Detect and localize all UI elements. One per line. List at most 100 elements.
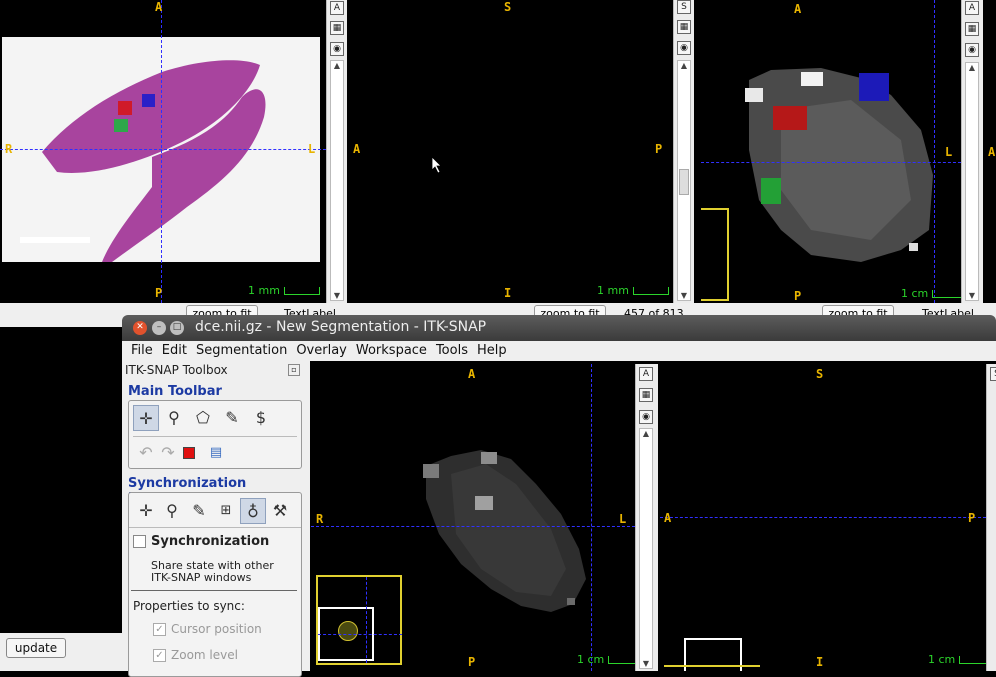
menu-file[interactable]: File (131, 343, 153, 358)
zoom-tool-icon[interactable]: ⚲ (161, 405, 187, 431)
top-axial-view[interactable]: A P R L 1 mm (0, 0, 326, 303)
top-axial-label-bottom: P (155, 286, 163, 300)
top-coronal-scrollbar[interactable]: ▲ ▼ (965, 62, 979, 301)
layout-letter-button[interactable]: S (990, 367, 996, 381)
sync-mode-icon[interactable]: ♁ (240, 498, 266, 524)
top-axial-scale-bar: 1 mm (248, 284, 320, 297)
synchronization-label: Synchronization (151, 534, 270, 549)
cursor-position-label: Cursor position (171, 622, 262, 636)
layer-inspector-icon[interactable]: ▤ (203, 440, 229, 466)
bottom-sagittal-label-bottom: I (816, 655, 824, 669)
camera-icon[interactable]: ◉ (639, 410, 653, 424)
zoom-level-checkbox[interactable]: ✓ (153, 649, 166, 662)
scroll-down-icon[interactable]: ▼ (331, 291, 343, 300)
sync-description-line2: ITK-SNAP windows (151, 571, 252, 584)
bottom-axial-label-bottom: P (468, 655, 476, 669)
camera-icon[interactable]: ◉ (330, 42, 344, 56)
snake-tool-icon[interactable]: $ (248, 405, 274, 431)
layout-mode-icon[interactable]: ⊞ (213, 498, 239, 524)
paintbrush-tool-icon[interactable]: ✎ (219, 405, 245, 431)
crosshair-tool-icon[interactable]: ✛ (133, 405, 159, 431)
close-window-icon[interactable]: ✕ (133, 321, 147, 335)
mouse-cursor-icon (431, 156, 442, 174)
top-sagittal-sidebar: S ▦ ◉ ▲ ▼ (673, 0, 694, 303)
menu-segmentation[interactable]: Segmentation (196, 343, 287, 358)
layout-grid-icon[interactable]: ▦ (677, 20, 691, 34)
toolbox-title: ITK-SNAP Toolbox (125, 363, 228, 377)
top-coronal-label-bottom: P (794, 289, 802, 303)
menu-overlay[interactable]: Overlay (296, 343, 347, 358)
layout-letter-button[interactable]: A (330, 1, 344, 15)
main-toolbar-group: ✛ ⚲ ⬠ ✎ $ ↶ ↷ ▤ (128, 400, 302, 469)
zoom-mode-icon[interactable]: ⚲ (159, 498, 185, 524)
scroll-down-icon[interactable]: ▼ (966, 291, 978, 300)
synchronization-checkbox[interactable] (133, 535, 146, 548)
top-sagittal-label-bottom: I (504, 286, 512, 300)
zoom-thumbnail (316, 575, 402, 665)
zoom-thumbnail-frame (701, 208, 729, 301)
active-label-color-icon[interactable] (183, 447, 195, 459)
top-coronal-view[interactable]: A P L 1 cm (701, 0, 961, 303)
window-titlebar[interactable]: ✕ – □ dce.nii.gz - New Segmentation - IT… (122, 315, 996, 341)
layout-letter-button[interactable]: A (639, 367, 653, 381)
polygon-tool-icon[interactable]: ⬠ (190, 405, 216, 431)
top-axial-label-left: R (5, 142, 13, 156)
top-sagittal-label-right: P (655, 142, 663, 156)
top-coronal-scale-bar: 1 cm (901, 287, 961, 300)
top-axial-label-right: L (308, 142, 316, 156)
tools-mode-icon[interactable]: ⚒ (267, 498, 293, 524)
main-toolbar-header: Main Toolbar (128, 384, 222, 399)
crosshair-mode-icon[interactable]: ✛ (133, 498, 159, 524)
redo-icon[interactable]: ↷ (155, 440, 181, 466)
maximize-window-icon[interactable]: □ (170, 321, 184, 335)
properties-to-sync-label: Properties to sync: (133, 599, 245, 613)
scroll-up-icon[interactable]: ▲ (966, 63, 978, 72)
top-far-right-view: A (983, 0, 996, 303)
window-title: dce.nii.gz - New Segmentation - ITK-SNAP (195, 319, 487, 335)
layout-letter-button[interactable]: A (965, 1, 979, 15)
layout-grid-icon[interactable]: ▦ (639, 388, 653, 402)
bottom-sagittal-scale-bar: 1 cm (928, 653, 986, 666)
menu-tools[interactable]: Tools (436, 343, 468, 358)
bottom-sagittal-label-left: A (664, 511, 672, 525)
menu-edit[interactable]: Edit (162, 343, 187, 358)
top-axial-scrollbar[interactable]: ▲ ▼ (330, 60, 344, 301)
minimize-window-icon[interactable]: – (152, 321, 166, 335)
layout-grid-icon[interactable]: ▦ (330, 21, 344, 35)
top-sagittal-scale-bar: 1 mm (597, 284, 669, 297)
bottom-axial-scrollbar[interactable]: ▲ ▼ (639, 428, 653, 669)
update-button[interactable]: update (6, 638, 66, 658)
top-axial-sidebar: A ▦ ◉ ▲ ▼ (326, 0, 347, 303)
scroll-thumb[interactable] (679, 169, 689, 195)
bottom-axial-label-right: L (619, 512, 627, 526)
bottom-axial-scale-bar: 1 cm (577, 653, 635, 666)
top-coronal-label-top: A (794, 2, 802, 16)
scroll-up-icon[interactable]: ▲ (331, 61, 343, 70)
bottom-sagittal-label-right: P (968, 511, 976, 525)
top-sagittal-scrollbar[interactable]: ▲ ▼ (677, 60, 691, 301)
bottom-sagittal-view[interactable]: S I A P 1 cm (660, 364, 986, 671)
top-coronal-label-right: L (945, 145, 953, 159)
scroll-down-icon[interactable]: ▼ (678, 291, 690, 300)
cursor-position-checkbox[interactable]: ✓ (153, 623, 166, 636)
menu-help[interactable]: Help (477, 343, 507, 358)
bottom-axial-view[interactable]: A P R L 1 cm (311, 364, 635, 671)
top-coronal-sidebar: A ▦ ◉ ▲ ▼ (961, 0, 983, 303)
paint-mode-icon[interactable]: ✎ (186, 498, 212, 524)
bottom-axial-sidebar: A ▦ ◉ ▲ ▼ (635, 364, 658, 671)
camera-icon[interactable]: ◉ (677, 41, 691, 55)
scroll-up-icon[interactable]: ▲ (640, 429, 652, 438)
layout-letter-button[interactable]: S (677, 0, 691, 14)
layout-grid-icon[interactable]: ▦ (965, 22, 979, 36)
scroll-up-icon[interactable]: ▲ (678, 61, 690, 70)
bottom-sagittal-sidebar: S (986, 364, 996, 671)
menu-workspace[interactable]: Workspace (356, 343, 427, 358)
camera-icon[interactable]: ◉ (965, 43, 979, 57)
top-sagittal-label-left: A (353, 142, 361, 156)
undock-icon[interactable]: ▫ (288, 364, 300, 376)
background-left-panel: update (0, 327, 122, 671)
scroll-down-icon[interactable]: ▼ (640, 659, 652, 668)
bottom-sagittal-label-top: S (816, 367, 824, 381)
top-sagittal-label-top: S (504, 0, 512, 14)
top-sagittal-view[interactable]: S I A P 1 mm (347, 0, 673, 303)
